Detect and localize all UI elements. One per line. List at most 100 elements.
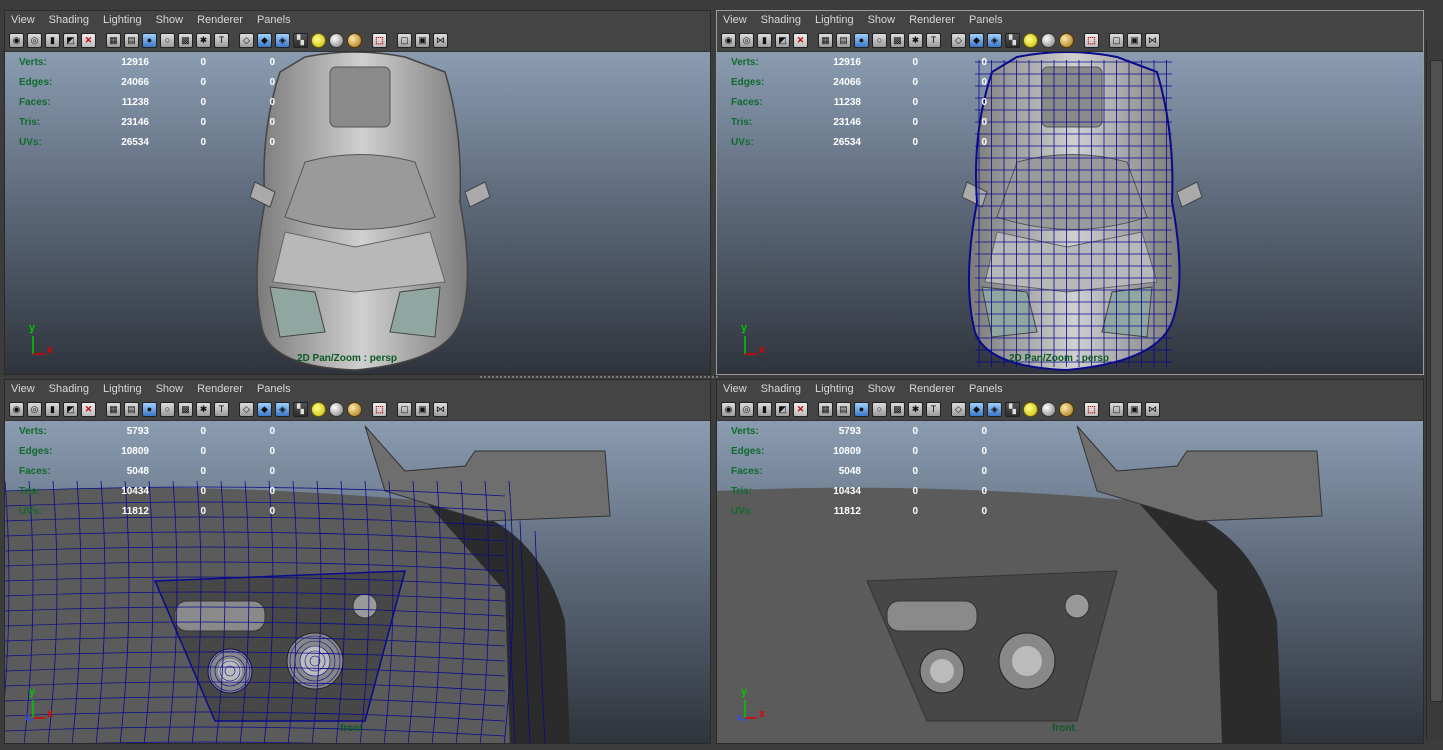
scrollbar-thumb[interactable]: [1430, 60, 1443, 702]
safe-action-icon[interactable]: ⋈: [1145, 401, 1160, 417]
camera-select-icon[interactable]: ◉: [721, 32, 736, 48]
viewport-bottom-left[interactable]: View Shading Lighting Show Renderer Panels ◉ ◎ ▮…: [4, 379, 711, 744]
isolate-icon[interactable]: ◆: [257, 401, 272, 417]
bookmarks-icon[interactable]: ▮: [757, 32, 772, 48]
camera-select-icon[interactable]: ◉: [721, 401, 736, 417]
camera-select-icon[interactable]: ◉: [9, 32, 24, 48]
flat-shade-icon[interactable]: ○: [872, 401, 887, 417]
checker-icon[interactable]: ▚: [1005, 401, 1020, 417]
wireframe-icon[interactable]: ▦: [106, 401, 121, 417]
xray-icon[interactable]: ◇: [239, 401, 254, 417]
cube-icon[interactable]: ◈: [987, 32, 1002, 48]
textured-icon[interactable]: T: [214, 401, 229, 417]
camera-attrs-icon[interactable]: ◎: [739, 32, 754, 48]
bounding-box-icon[interactable]: ▩: [890, 32, 905, 48]
menu-lighting[interactable]: Lighting: [103, 14, 142, 26]
cube-icon[interactable]: ◈: [275, 401, 290, 417]
safe-action-icon[interactable]: ⋈: [433, 32, 448, 48]
bounding-box-icon[interactable]: ▩: [178, 32, 193, 48]
default-light-icon[interactable]: [1023, 401, 1038, 417]
use-lights-icon[interactable]: ●: [854, 401, 869, 417]
viewport-canvas[interactable]: Verts: 12916 0 0 Edges: 24066 0 0 Faces: 11238 0 0 T…: [717, 52, 1423, 374]
isolate-icon[interactable]: ◆: [969, 401, 984, 417]
resolution-gate-icon[interactable]: ▢: [397, 401, 412, 417]
safe-action-icon[interactable]: ⋈: [1145, 32, 1160, 48]
film-gate-icon[interactable]: ▣: [415, 401, 430, 417]
smooth-shade-icon[interactable]: ▤: [836, 401, 851, 417]
menu-view[interactable]: View: [723, 14, 747, 26]
menu-renderer[interactable]: Renderer: [909, 14, 955, 26]
menu-lighting[interactable]: Lighting: [103, 383, 142, 395]
wireframe-icon[interactable]: ▦: [818, 401, 833, 417]
xray-icon[interactable]: ◇: [239, 32, 254, 48]
grid-icon[interactable]: ✕: [81, 401, 96, 417]
viewport-top-left[interactable]: View Shading Lighting Show Renderer Panels ◉ ◎ ▮…: [4, 10, 711, 375]
xray-icon[interactable]: ◇: [951, 401, 966, 417]
flat-shade-icon[interactable]: ○: [160, 401, 175, 417]
smooth-shade-icon[interactable]: ▤: [124, 32, 139, 48]
menu-view[interactable]: View: [723, 383, 747, 395]
checker-icon[interactable]: ▚: [293, 401, 308, 417]
resolution-gate-icon[interactable]: ▢: [397, 32, 412, 48]
film-gate-icon[interactable]: ▣: [415, 32, 430, 48]
cube-icon[interactable]: ◈: [275, 32, 290, 48]
film-gate-icon[interactable]: ▣: [1127, 401, 1142, 417]
viewport-bottom-right[interactable]: View Shading Lighting Show Renderer Panels ◉ ◎ ▮…: [716, 379, 1424, 744]
film-gate-icon[interactable]: ▣: [1127, 32, 1142, 48]
bookmarks-icon[interactable]: ▮: [757, 401, 772, 417]
all-lights-icon[interactable]: [1041, 32, 1056, 48]
camera-attrs-icon[interactable]: ◎: [739, 401, 754, 417]
flat-light-icon[interactable]: [1059, 401, 1074, 417]
wireframe-icon[interactable]: ▦: [818, 32, 833, 48]
shadows-icon[interactable]: ✱: [908, 32, 923, 48]
menu-panels[interactable]: Panels: [969, 14, 1003, 26]
resolution-gate-icon[interactable]: ▢: [1109, 32, 1124, 48]
flat-shade-icon[interactable]: ○: [160, 32, 175, 48]
wireframe-icon[interactable]: ▦: [106, 32, 121, 48]
flat-light-icon[interactable]: [1059, 32, 1074, 48]
pane-split-handle[interactable]: [480, 376, 720, 378]
image-plane-icon[interactable]: ◩: [775, 32, 790, 48]
camera-attrs-icon[interactable]: ◎: [27, 32, 42, 48]
shadows-icon[interactable]: ✱: [908, 401, 923, 417]
menu-shading[interactable]: Shading: [49, 383, 89, 395]
menu-show[interactable]: Show: [156, 14, 184, 26]
camera-select-icon[interactable]: ◉: [9, 401, 24, 417]
all-lights-icon[interactable]: [1041, 401, 1056, 417]
menu-lighting[interactable]: Lighting: [815, 383, 854, 395]
selection-highlight-icon[interactable]: ⬚: [372, 32, 387, 48]
flat-light-icon[interactable]: [347, 32, 362, 48]
menu-show[interactable]: Show: [156, 383, 184, 395]
menu-panels[interactable]: Panels: [257, 383, 291, 395]
viewport-canvas[interactable]: Verts: 5793 0 0 Edges: 10809 0 0 Faces: 5048 0 0 Tri…: [5, 421, 710, 743]
image-plane-icon[interactable]: ◩: [63, 32, 78, 48]
use-lights-icon[interactable]: ●: [142, 32, 157, 48]
menu-show[interactable]: Show: [868, 383, 896, 395]
xray-icon[interactable]: ◇: [951, 32, 966, 48]
viewport-canvas[interactable]: Verts: 12916 0 0 Edges: 24066 0 0 Faces: 11238 0 0 T…: [5, 52, 710, 374]
menu-shading[interactable]: Shading: [49, 14, 89, 26]
isolate-icon[interactable]: ◆: [969, 32, 984, 48]
viewport-canvas[interactable]: Verts: 5793 0 0 Edges: 10809 0 0 Faces: 5048 0 0 Tri…: [717, 421, 1423, 743]
menu-renderer[interactable]: Renderer: [197, 383, 243, 395]
cube-icon[interactable]: ◈: [987, 401, 1002, 417]
menu-renderer[interactable]: Renderer: [909, 383, 955, 395]
menu-panels[interactable]: Panels: [969, 383, 1003, 395]
menu-shading[interactable]: Shading: [761, 14, 801, 26]
image-plane-icon[interactable]: ◩: [63, 401, 78, 417]
bounding-box-icon[interactable]: ▩: [178, 401, 193, 417]
isolate-icon[interactable]: ◆: [257, 32, 272, 48]
selection-highlight-icon[interactable]: ⬚: [372, 401, 387, 417]
menu-lighting[interactable]: Lighting: [815, 14, 854, 26]
menu-show[interactable]: Show: [868, 14, 896, 26]
menu-view[interactable]: View: [11, 383, 35, 395]
textured-icon[interactable]: T: [214, 32, 229, 48]
viewport-top-right[interactable]: View Shading Lighting Show Renderer Panels ◉ ◎ ▮…: [716, 10, 1424, 375]
resolution-gate-icon[interactable]: ▢: [1109, 401, 1124, 417]
checker-icon[interactable]: ▚: [293, 32, 308, 48]
all-lights-icon[interactable]: [329, 401, 344, 417]
selection-highlight-icon[interactable]: ⬚: [1084, 401, 1099, 417]
image-plane-icon[interactable]: ◩: [775, 401, 790, 417]
menu-view[interactable]: View: [11, 14, 35, 26]
smooth-shade-icon[interactable]: ▤: [836, 32, 851, 48]
